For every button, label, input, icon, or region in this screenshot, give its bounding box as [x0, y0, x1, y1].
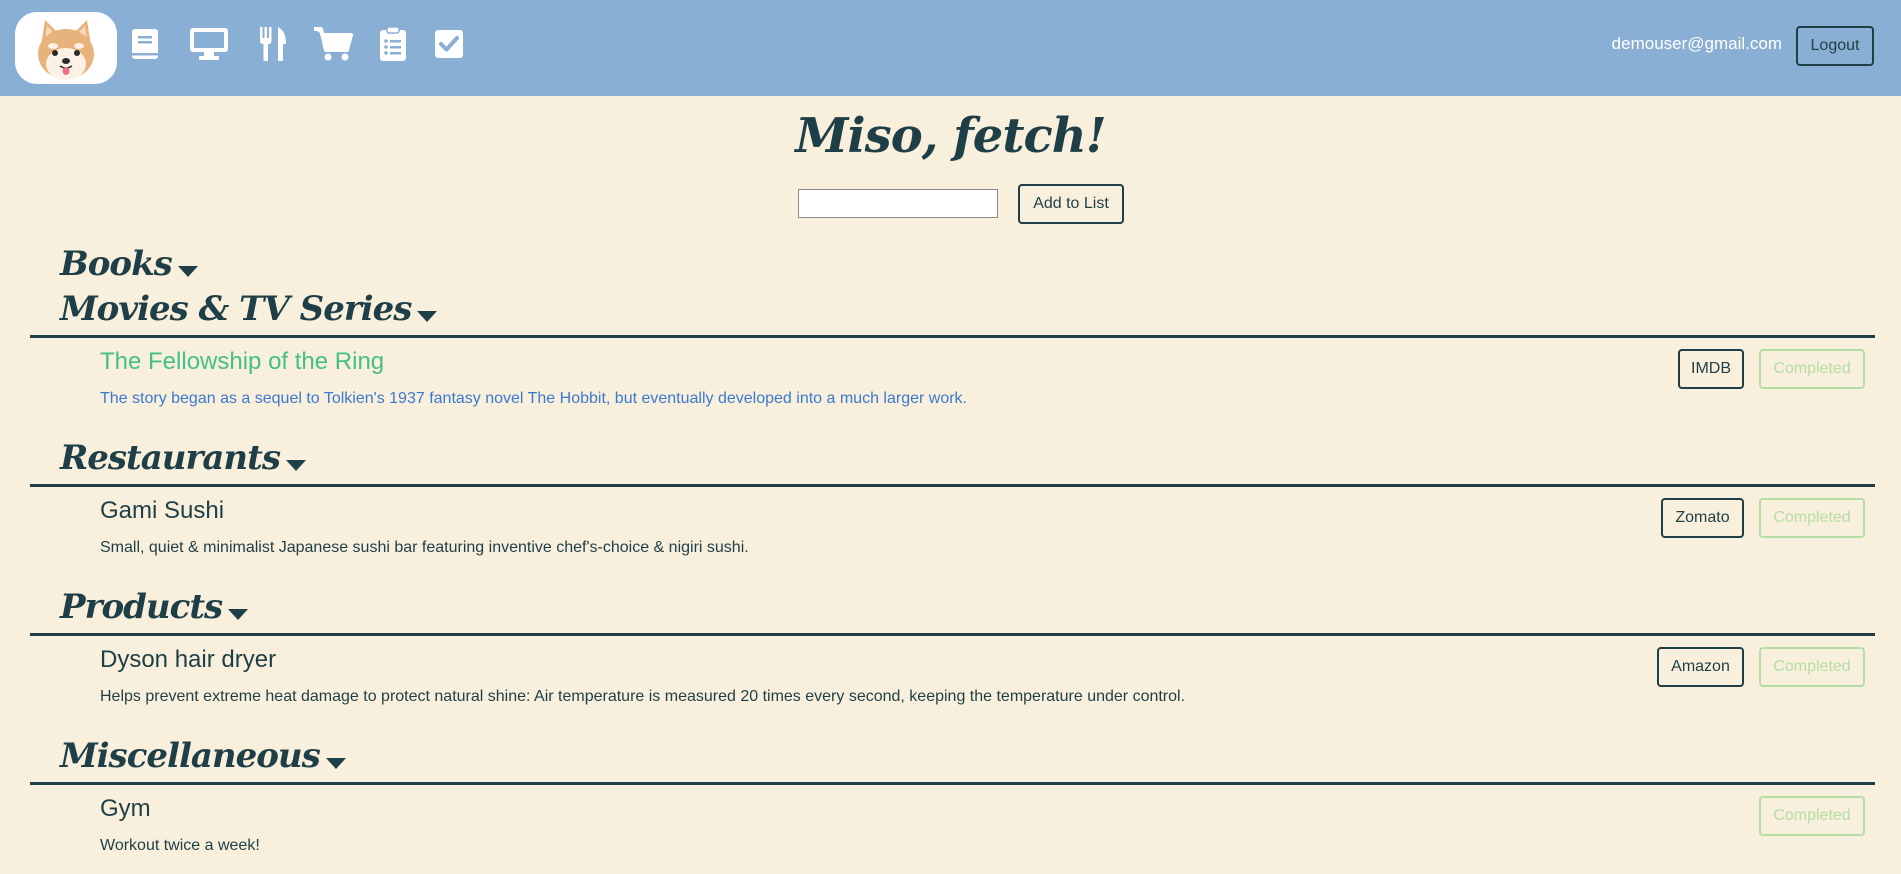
item-title: Gami Sushi [100, 497, 225, 524]
amazon-link-button[interactable]: Amazon [1657, 647, 1744, 687]
caret-down-icon [417, 310, 438, 322]
completed-button[interactable]: Completed [1759, 349, 1865, 389]
caret-down-icon [228, 608, 249, 620]
item-description: The story began as a sequel to Tolkien's… [100, 390, 967, 407]
caret-down-icon [177, 265, 198, 277]
item-description: Small, quiet & minimalist Japanese sushi… [100, 539, 749, 556]
divider [30, 335, 1875, 338]
category-restaurants[interactable]: Restaurants [60, 438, 306, 478]
item-title: Dyson hair dryer [100, 646, 277, 673]
clipboard-icon[interactable] [371, 22, 415, 66]
divider [30, 782, 1875, 785]
caret-down-icon [325, 757, 346, 769]
cart-icon[interactable] [311, 22, 355, 66]
divider [30, 633, 1875, 636]
zomato-link-button[interactable]: Zomato [1661, 498, 1744, 538]
completed-button[interactable]: Completed [1759, 796, 1865, 836]
item-description: Workout twice a week! [100, 837, 260, 854]
divider [30, 484, 1875, 487]
category-books[interactable]: Books [60, 244, 198, 284]
navbar: demouser@gmail.com Logout [0, 0, 1901, 96]
completed-button[interactable]: Completed [1759, 647, 1865, 687]
category-title: Products [60, 587, 223, 627]
logout-button[interactable]: Logout [1796, 26, 1874, 66]
caret-down-icon [286, 459, 306, 471]
completed-button[interactable]: Completed [1759, 498, 1865, 538]
category-products[interactable]: Products [60, 587, 249, 627]
new-item-input[interactable] [798, 189, 998, 218]
utensils-icon[interactable] [251, 22, 295, 66]
desktop-icon[interactable] [187, 22, 231, 66]
user-email: demouser@gmail.com [1611, 34, 1782, 53]
shiba-logo[interactable] [15, 12, 117, 84]
book-icon[interactable] [123, 22, 167, 66]
item-description: Helps prevent extreme heat damage to pro… [100, 688, 1186, 705]
category-title: Miscellaneous [60, 736, 321, 776]
checkbox-icon[interactable] [427, 22, 471, 66]
category-title: Movies & TV Series [60, 289, 412, 329]
page-title: Miso, fetch! [795, 108, 1106, 164]
item-title: Gym [100, 795, 151, 822]
category-miscellaneous[interactable]: Miscellaneous [60, 736, 346, 776]
category-title: Books [60, 244, 173, 284]
item-title: The Fellowship of the Ring [100, 348, 385, 375]
imdb-link-button[interactable]: IMDB [1678, 349, 1744, 389]
category-title: Restaurants [60, 438, 281, 478]
category-movies-tv[interactable]: Movies & TV Series [60, 289, 438, 329]
add-to-list-button[interactable]: Add to List [1018, 184, 1124, 224]
